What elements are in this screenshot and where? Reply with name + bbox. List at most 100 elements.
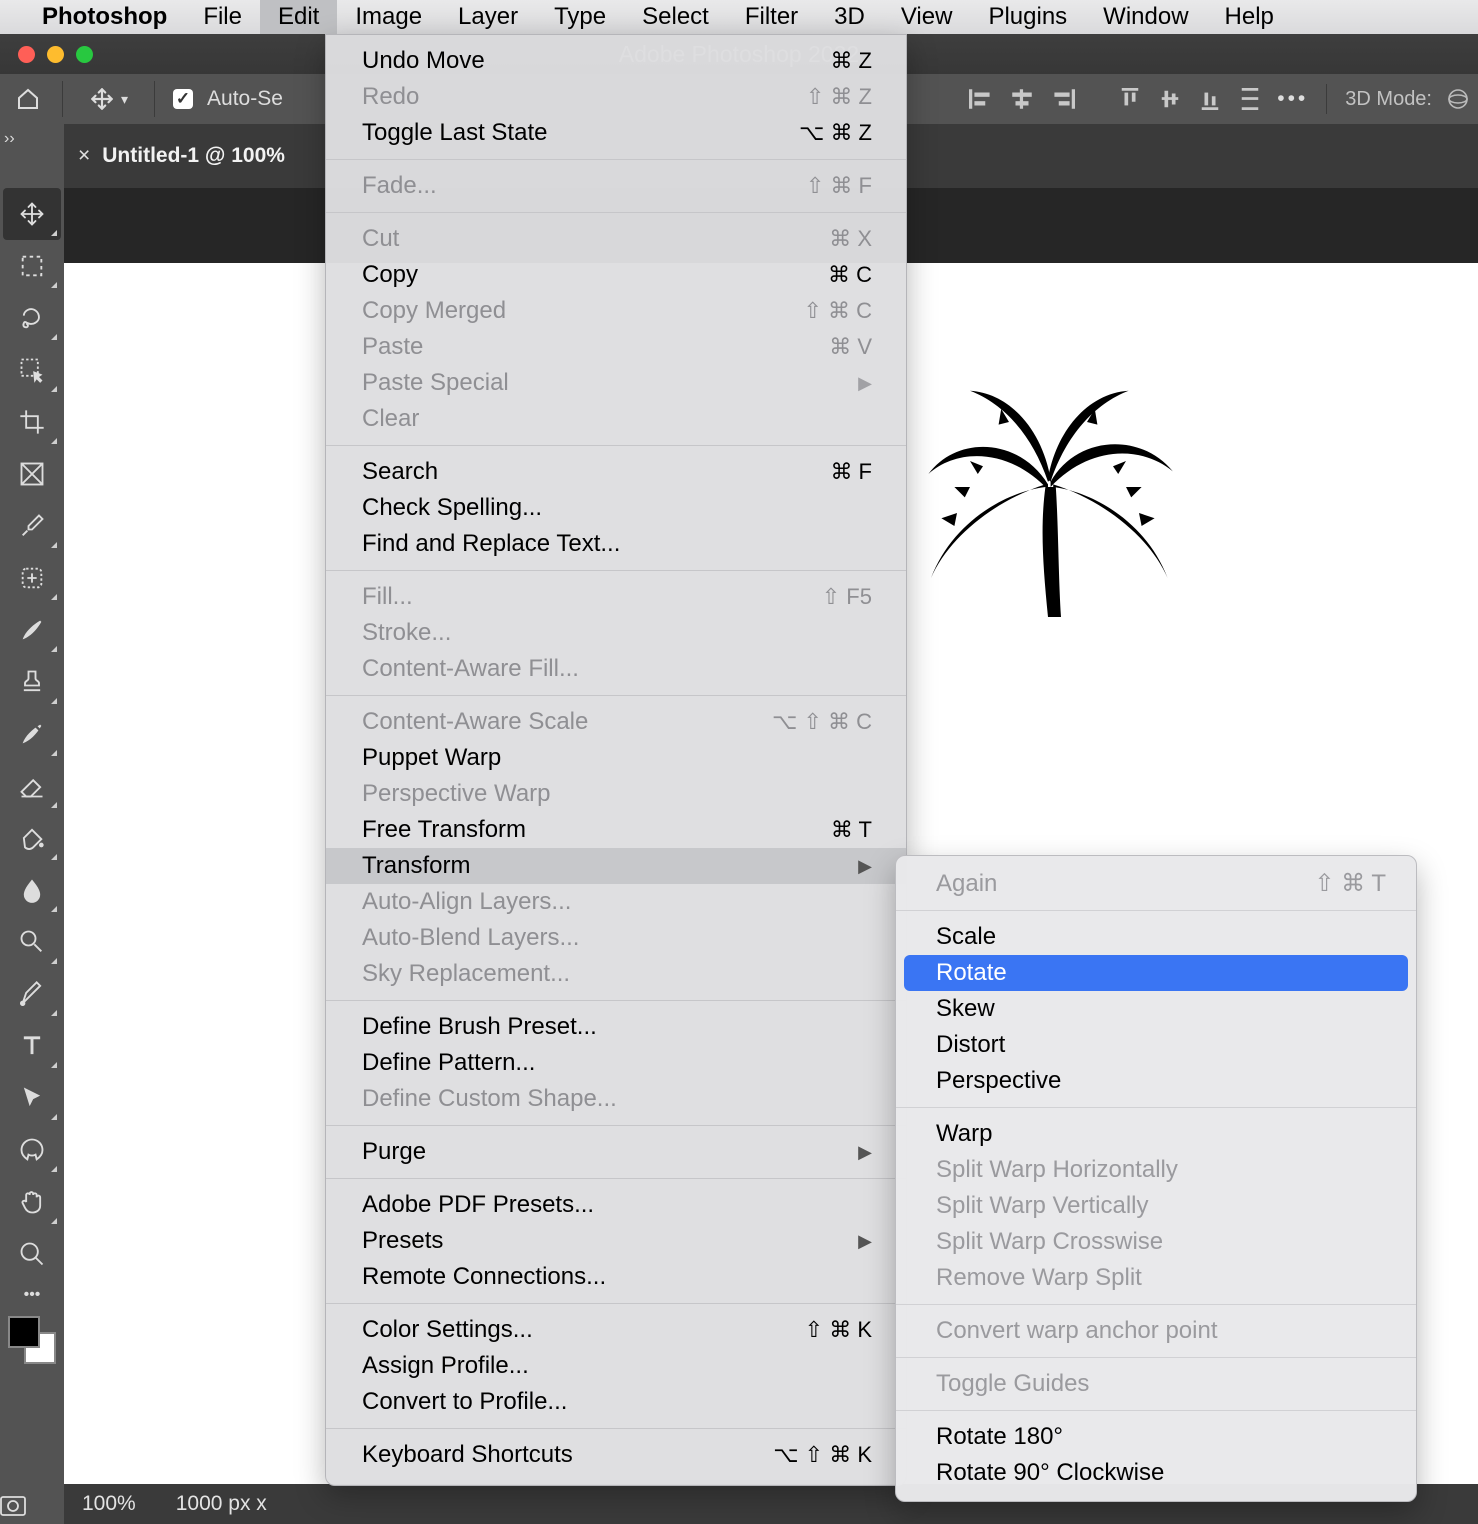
submenu-item-skew[interactable]: Skew bbox=[896, 991, 1416, 1027]
submenu-item-perspective[interactable]: Perspective bbox=[896, 1063, 1416, 1099]
hand-tool[interactable] bbox=[3, 1176, 61, 1228]
submenu-item-warp[interactable]: Warp bbox=[896, 1116, 1416, 1152]
dodge-tool[interactable] bbox=[3, 916, 61, 968]
menubar-type[interactable]: Type bbox=[536, 0, 624, 34]
type-tool[interactable] bbox=[3, 1020, 61, 1072]
brush-tool[interactable] bbox=[3, 604, 61, 656]
menubar-file[interactable]: File bbox=[185, 0, 260, 34]
healing-brush-tool[interactable] bbox=[3, 552, 61, 604]
menu-item-undo-move[interactable]: Undo Move⌘ Z bbox=[326, 43, 906, 79]
menu-item-toggle-last-state[interactable]: Toggle Last State⌥ ⌘ Z bbox=[326, 115, 906, 151]
align-right-icon[interactable] bbox=[1049, 88, 1075, 110]
menu-item-label: Auto-Align Layers... bbox=[362, 887, 571, 917]
menu-item-label: Content-Aware Fill... bbox=[362, 654, 579, 684]
align-top-icon[interactable] bbox=[1117, 88, 1143, 110]
menubar-filter[interactable]: Filter bbox=[727, 0, 816, 34]
menubar-select[interactable]: Select bbox=[624, 0, 727, 34]
shape-tool[interactable] bbox=[3, 1124, 61, 1176]
menu-item-convert-to-profile[interactable]: Convert to Profile... bbox=[326, 1384, 906, 1420]
distribute-icon[interactable] bbox=[1237, 88, 1263, 110]
menu-item-define-brush-preset[interactable]: Define Brush Preset... bbox=[326, 1009, 906, 1045]
foreground-swatch[interactable] bbox=[8, 1316, 40, 1348]
menu-item-label: Cut bbox=[362, 224, 399, 254]
menubar-3d[interactable]: 3D bbox=[816, 0, 883, 34]
move-tool[interactable] bbox=[3, 188, 61, 240]
menu-item-keyboard-shortcuts[interactable]: Keyboard Shortcuts⌥ ⇧ ⌘ K bbox=[326, 1437, 906, 1473]
zoom-tool[interactable] bbox=[3, 1228, 61, 1280]
object-select-tool[interactable] bbox=[3, 344, 61, 396]
eraser-tool[interactable] bbox=[3, 760, 61, 812]
align-left-icon[interactable] bbox=[969, 88, 995, 110]
submenu-item-toggle-guides: Toggle Guides bbox=[896, 1366, 1416, 1402]
menu-item-label: Search bbox=[362, 457, 438, 487]
menubar-layer[interactable]: Layer bbox=[440, 0, 536, 34]
divider bbox=[62, 81, 63, 117]
menubar-app[interactable]: Photoshop bbox=[24, 0, 185, 34]
submenu-item-rotate-180[interactable]: Rotate 180° bbox=[896, 1419, 1416, 1455]
shortcut-label: ⇧ ⌘ T bbox=[1314, 869, 1386, 899]
tab-close-button[interactable]: × bbox=[78, 144, 90, 168]
menu-item-label: Define Custom Shape... bbox=[362, 1084, 617, 1114]
path-select-tool[interactable] bbox=[3, 1072, 61, 1124]
menu-item-label: Presets bbox=[362, 1226, 443, 1256]
menubar-help[interactable]: Help bbox=[1207, 0, 1292, 34]
submenu-item-rotate-90-clockwise[interactable]: Rotate 90° Clockwise bbox=[896, 1455, 1416, 1491]
orbit-icon[interactable] bbox=[1446, 87, 1470, 111]
align-hcenter-icon[interactable] bbox=[1009, 88, 1035, 110]
shortcut-label: ⌘ C bbox=[828, 260, 872, 290]
menu-item-label: Free Transform bbox=[362, 815, 526, 845]
align-vcenter-icon[interactable] bbox=[1157, 88, 1183, 110]
menu-item-find-and-replace-text[interactable]: Find and Replace Text... bbox=[326, 526, 906, 562]
menubar-image[interactable]: Image bbox=[337, 0, 440, 34]
menu-item-remote-connections[interactable]: Remote Connections... bbox=[326, 1259, 906, 1295]
panel-collapse-icon[interactable]: ›› bbox=[4, 130, 15, 148]
menubar-view[interactable]: View bbox=[883, 0, 971, 34]
submenu-arrow-icon: ▶ bbox=[858, 1137, 872, 1167]
pen-tool[interactable] bbox=[3, 968, 61, 1020]
zoom-level[interactable]: 100% bbox=[82, 1492, 136, 1516]
lasso-tool[interactable] bbox=[3, 292, 61, 344]
menu-item-free-transform[interactable]: Free Transform⌘ T bbox=[326, 812, 906, 848]
blur-tool[interactable] bbox=[3, 864, 61, 916]
menu-item-check-spelling[interactable]: Check Spelling... bbox=[326, 490, 906, 526]
document-tab-title[interactable]: Untitled-1 @ 100% bbox=[102, 144, 285, 168]
menu-item-assign-profile[interactable]: Assign Profile... bbox=[326, 1348, 906, 1384]
align-bottom-icon[interactable] bbox=[1197, 88, 1223, 110]
document-dimensions[interactable]: 1000 px x bbox=[176, 1492, 267, 1516]
edit-toolbar-icon[interactable]: ••• bbox=[0, 1280, 64, 1310]
menu-item-cut: Cut⌘ X bbox=[326, 221, 906, 257]
menu-item-purge[interactable]: Purge▶ bbox=[326, 1134, 906, 1170]
frame-tool[interactable] bbox=[3, 448, 61, 500]
bucket-tool[interactable] bbox=[3, 812, 61, 864]
quickmask-icon[interactable] bbox=[0, 1496, 64, 1516]
menu-item-puppet-warp[interactable]: Puppet Warp bbox=[326, 740, 906, 776]
menu-item-copy[interactable]: Copy⌘ C bbox=[326, 257, 906, 293]
eyedropper-tool[interactable] bbox=[3, 500, 61, 552]
color-swatches[interactable] bbox=[8, 1316, 56, 1364]
home-icon[interactable] bbox=[12, 85, 44, 113]
menu-item-label: Check Spelling... bbox=[362, 493, 542, 523]
menu-item-presets[interactable]: Presets▶ bbox=[326, 1223, 906, 1259]
menubar-edit[interactable]: Edit bbox=[260, 0, 337, 34]
tool-preset[interactable]: ▾ bbox=[81, 86, 136, 112]
submenu-item-rotate[interactable]: Rotate bbox=[904, 955, 1408, 991]
marquee-tool[interactable] bbox=[3, 240, 61, 292]
menu-item-adobe-pdf-presets[interactable]: Adobe PDF Presets... bbox=[326, 1187, 906, 1223]
stamp-tool[interactable] bbox=[3, 656, 61, 708]
menu-item-transform[interactable]: Transform▶ bbox=[326, 848, 906, 884]
submenu-item-scale[interactable]: Scale bbox=[896, 919, 1416, 955]
more-icon[interactable]: ••• bbox=[1277, 87, 1308, 111]
menu-item-label: Convert warp anchor point bbox=[936, 1316, 1217, 1346]
auto-select-checkbox[interactable]: ✓ bbox=[173, 89, 193, 109]
menubar-window[interactable]: Window bbox=[1085, 0, 1206, 34]
crop-tool[interactable] bbox=[3, 396, 61, 448]
history-brush-tool[interactable] bbox=[3, 708, 61, 760]
menu-item-label: Split Warp Horizontally bbox=[936, 1155, 1178, 1185]
menubar-plugins[interactable]: Plugins bbox=[970, 0, 1085, 34]
menu-item-define-pattern[interactable]: Define Pattern... bbox=[326, 1045, 906, 1081]
submenu-item-distort[interactable]: Distort bbox=[896, 1027, 1416, 1063]
menu-item-color-settings[interactable]: Color Settings...⇧ ⌘ K bbox=[326, 1312, 906, 1348]
menu-item-label: Content-Aware Scale bbox=[362, 707, 588, 737]
shortcut-label: ⌘ V bbox=[829, 332, 872, 362]
menu-item-search[interactable]: Search⌘ F bbox=[326, 454, 906, 490]
